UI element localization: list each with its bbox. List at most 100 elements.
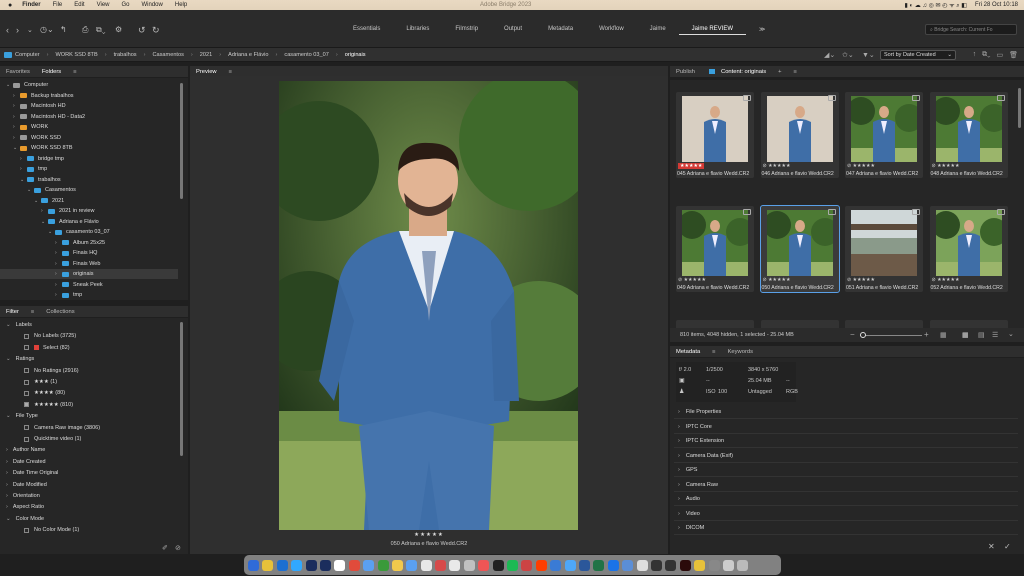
thumb-size-slider[interactable] — [860, 335, 922, 336]
tab-content[interactable]: Content: originais — [715, 69, 772, 75]
thumbnail-rating[interactable]: ⊘ ★★★★★ — [763, 163, 791, 169]
folder-item[interactable]: › bridge tmp — [0, 154, 178, 164]
refine-icon[interactable]: ⧉⌄ — [96, 25, 106, 35]
tab-publish[interactable]: Publish — [670, 69, 701, 75]
folder-item[interactable]: › tmp — [0, 290, 178, 300]
dock-app-icon[interactable] — [694, 559, 706, 571]
dock-app-icon[interactable] — [593, 559, 605, 571]
thumbnail-rating[interactable]: ⊘ ★★★★★ — [847, 163, 875, 169]
tab-folders[interactable]: Folders — [36, 69, 67, 75]
chevron-down-icon[interactable]: ⌄ — [41, 219, 47, 225]
folder-item[interactable]: › WORK SSD — [0, 133, 178, 143]
dock-app-icon[interactable] — [722, 559, 734, 571]
camera-icon[interactable]: ⎙ — [82, 25, 88, 35]
dock-app-icon[interactable] — [578, 559, 590, 571]
dock-app-icon[interactable] — [507, 559, 519, 571]
metadata-section[interactable]: › Audio — [678, 496, 700, 502]
chevron-down-icon[interactable]: ⌄ — [27, 187, 33, 193]
chevron-right-icon[interactable]: › — [20, 166, 26, 172]
checkbox[interactable] — [24, 333, 29, 339]
chevron-down-icon[interactable]: ⌄ — [13, 145, 19, 151]
dock-app-icon[interactable] — [291, 559, 303, 571]
thumbnail-image[interactable] — [766, 96, 833, 162]
preview-menu-icon[interactable]: ≡ — [223, 69, 238, 75]
folder-item[interactable]: › Macintosh HD — [0, 101, 178, 111]
view-list-icon[interactable]: ☰ — [992, 331, 998, 339]
crumb-casamento[interactable]: casamento 03_07 — [284, 52, 328, 58]
new-folder-icon[interactable]: ▭ — [996, 51, 1003, 59]
dock-app-icon[interactable] — [665, 559, 677, 571]
folder-item[interactable]: ⌄ Computer — [0, 80, 178, 90]
thumbnail-cell[interactable]: ⊘ ★★★★★ 052 Adriana e flavio Wedd.CR2 — [929, 206, 1008, 292]
chevron-right-icon[interactable]: › — [55, 271, 61, 277]
ws-essentials[interactable]: Essentials — [340, 26, 393, 35]
dock-app-icon[interactable] — [737, 559, 749, 571]
checkbox[interactable] — [24, 527, 29, 533]
thumbnail-image[interactable] — [766, 210, 833, 276]
filter-section[interactable]: ⌄ Color Mode — [0, 514, 178, 524]
chevron-right-icon[interactable]: › — [13, 135, 19, 141]
filter-section[interactable]: › Date Modified — [0, 480, 178, 490]
filter-section[interactable]: › Author Name — [0, 445, 178, 455]
grid-lock-icon[interactable]: ▦ — [940, 331, 947, 339]
chevron-right-icon[interactable]: › — [55, 240, 61, 246]
filter-option[interactable]: Select (82) — [0, 343, 178, 353]
sort-select[interactable]: Sort by Date Created ⌄ — [880, 50, 956, 60]
dock-app-icon[interactable] — [305, 559, 317, 571]
chevron-right-icon[interactable]: › — [13, 103, 19, 109]
dock-app-icon[interactable] — [420, 559, 432, 571]
metadata-section[interactable]: › DICOM — [678, 525, 704, 531]
menu-edit[interactable]: Edit — [74, 2, 84, 8]
checkbox[interactable] — [24, 425, 29, 431]
dock-app-icon[interactable] — [363, 559, 375, 571]
tree-scrollbar[interactable] — [180, 83, 183, 199]
dock-app-icon[interactable] — [679, 559, 691, 571]
folder-item[interactable]: › Macintosh HD - Data2 — [0, 112, 178, 122]
chevron-right-icon[interactable]: › — [55, 292, 61, 298]
thumbnail-image[interactable] — [935, 210, 1002, 276]
thumbnail-cell[interactable]: ⊘ ★★★★★ 048 Adriana e flavio Wedd.CR2 — [929, 92, 1008, 178]
folder-item[interactable]: ⌄ casamento 03_07 — [0, 227, 178, 237]
back-icon[interactable]: ‹ — [6, 25, 9, 35]
stack-badge-icon[interactable] — [912, 95, 920, 101]
zoom-in-icon[interactable]: + — [924, 330, 929, 339]
crumb-work-ssd[interactable]: WORK SSD 8TB — [55, 52, 97, 58]
pin-icon[interactable]: ✐ — [162, 544, 168, 552]
thumbnail-rating[interactable]: ⊘ ★★★★★ — [932, 163, 960, 169]
chevron-right-icon[interactable]: › — [13, 93, 19, 99]
folder-item[interactable]: › Finais Web — [0, 259, 178, 269]
down-icon[interactable]: ⌄ — [27, 26, 33, 34]
stack-badge-icon[interactable] — [912, 209, 920, 215]
cancel-icon[interactable]: ✕ — [988, 542, 995, 551]
crumb-computer[interactable]: Computer — [15, 52, 40, 58]
open-icon[interactable]: ⚙ — [115, 25, 122, 34]
ws-output[interactable]: Output — [491, 26, 535, 35]
rotate-left-icon[interactable]: ↺ — [138, 25, 146, 36]
recent-folder-icon[interactable]: ⧉⌄ — [982, 51, 990, 59]
ws-metadata[interactable]: Metadata — [535, 26, 586, 35]
ws-more-icon[interactable]: ≫ — [746, 26, 778, 35]
dock-app-icon[interactable] — [406, 559, 418, 571]
dock-app-icon[interactable] — [435, 559, 447, 571]
dock-app-icon[interactable] — [636, 559, 648, 571]
ws-jaime[interactable]: Jaime — [637, 26, 679, 35]
thumbnail-cell[interactable]: ⊘ ★★★★★ 046 Adriana e flavio Wedd.CR2 — [760, 92, 839, 178]
filter-option[interactable]: No Labels (3725) — [0, 331, 178, 341]
return-icon[interactable]: ↰ — [60, 25, 67, 34]
dock-app-icon[interactable] — [535, 559, 547, 571]
menu-go[interactable]: Go — [122, 2, 130, 8]
chevron-right-icon[interactable]: › — [41, 208, 47, 214]
delete-icon[interactable]: 🗑 — [1009, 51, 1018, 59]
folder-item[interactable]: › Album 25x25 — [0, 238, 178, 248]
ws-jaime-review[interactable]: Jaime REVIEW — [678, 26, 747, 35]
thumbnail-rating[interactable]: ⊘ ★★★★★ — [678, 277, 706, 283]
dock-app-icon[interactable] — [276, 559, 288, 571]
metadata-section[interactable]: › IPTC Core — [678, 424, 712, 430]
chevron-right-icon[interactable]: › — [13, 114, 19, 120]
crumb-casamentos[interactable]: Casamentos — [152, 52, 183, 58]
metadata-section[interactable]: › File Properties — [678, 409, 721, 415]
rotate-right-icon[interactable]: ↻ — [152, 25, 160, 36]
folder-item[interactable]: ⌄ Adriana e Flávio — [0, 217, 178, 227]
thumbnail-cell[interactable]: ★★★★★ 045 Adriana e flavio Wedd.CR2 — [676, 92, 754, 178]
filter-option[interactable]: No Ratings (2916) — [0, 366, 178, 376]
